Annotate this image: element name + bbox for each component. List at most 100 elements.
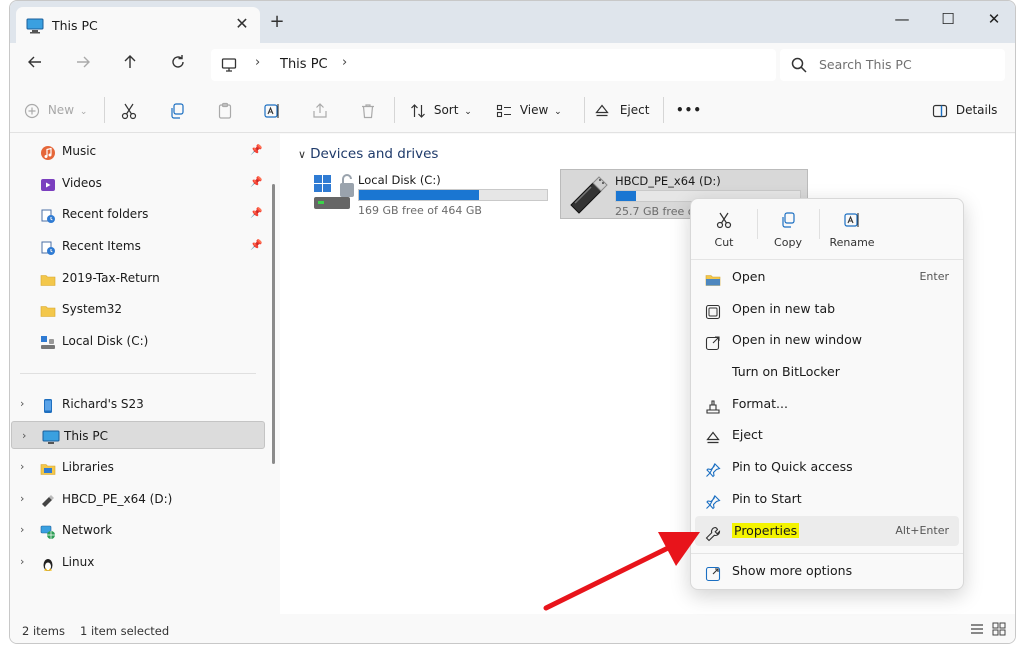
windows-drive-icon — [312, 173, 356, 216]
drive-tile-c[interactable]: Local Disk (C:) 169 GB free of 464 GB — [304, 169, 560, 219]
recent-folders-icon — [40, 206, 56, 223]
toolbar-divider — [584, 97, 585, 123]
view-button[interactable]: View ⌄ — [496, 99, 562, 121]
pin-icon[interactable]: 📌 — [250, 200, 262, 228]
forward-arrow-icon — [77, 56, 90, 68]
new-button[interactable]: New ⌄ — [24, 99, 87, 121]
ctx-eject[interactable]: Eject — [695, 420, 959, 450]
maximize-button[interactable]: ☐ — [928, 5, 968, 33]
pin-icon — [705, 459, 721, 478]
sidebar-item-system32[interactable]: System32 — [10, 295, 266, 323]
ctx-show-more-options[interactable]: Show more options — [695, 556, 959, 586]
drive-usage-fill — [359, 190, 480, 200]
sidebar-item-music[interactable]: Music 📌 — [10, 137, 266, 165]
address-path[interactable]: This PC — [280, 57, 328, 72]
ctx-cut-button[interactable]: Cut — [693, 207, 755, 257]
sidebar-item-libraries[interactable]: › Libraries — [10, 453, 266, 481]
sidebar-item-videos[interactable]: Videos 📌 — [10, 169, 266, 197]
back-arrow-icon — [28, 56, 41, 68]
sidebar-item-local-disk-c[interactable]: Local Disk (C:) — [10, 327, 266, 355]
pc-icon — [26, 18, 44, 37]
up-button[interactable] — [117, 52, 143, 78]
new-tab-icon — [705, 301, 721, 320]
tiles-view-icon[interactable] — [992, 622, 1006, 639]
ctx-copy-button[interactable]: Copy — [757, 207, 819, 257]
status-bar: 2 items 1 item selected — [10, 616, 1015, 643]
chevron-right-icon[interactable]: › — [20, 453, 24, 481]
chevron-right-icon[interactable]: › — [255, 55, 260, 70]
cut-button[interactable] — [120, 99, 138, 121]
chevron-right-icon[interactable]: › — [20, 548, 24, 576]
minimize-button[interactable]: — — [882, 5, 922, 33]
close-tab-icon[interactable]: ✕ — [232, 14, 252, 34]
ctx-open-in-new-window[interactable]: Open in new window — [695, 325, 959, 355]
search-input[interactable]: Search This PC — [780, 49, 1005, 81]
section-header-devices[interactable]: ∨ Devices and drives — [298, 146, 438, 162]
ctx-rename-button[interactable]: Rename — [821, 207, 883, 257]
cut-icon — [121, 103, 137, 119]
drive-name: Local Disk (C:) — [358, 173, 441, 187]
toolbar-divider — [104, 97, 105, 123]
music-icon — [40, 143, 56, 160]
recent-items-icon — [40, 238, 56, 255]
chevron-right-icon[interactable]: › — [342, 55, 347, 70]
forward-button[interactable] — [70, 52, 96, 78]
ctx-format[interactable]: Format... — [695, 389, 959, 419]
folder-icon — [40, 301, 56, 317]
phone-icon — [40, 396, 56, 413]
ctx-open-in-new-tab[interactable]: Open in new tab — [695, 294, 959, 324]
chevron-right-icon[interactable]: › — [20, 390, 24, 418]
sort-icon — [411, 103, 425, 118]
copy-icon — [171, 102, 184, 119]
refresh-button[interactable] — [165, 52, 191, 78]
libraries-icon — [40, 459, 56, 475]
pin-icon[interactable]: 📌 — [250, 137, 262, 165]
ctx-pin-to-start[interactable]: Pin to Start — [695, 484, 959, 514]
new-tab-button[interactable]: + — [266, 11, 288, 33]
rename-icon — [264, 103, 279, 118]
chevron-right-icon[interactable]: › — [20, 485, 24, 513]
back-button[interactable] — [22, 52, 48, 78]
ctx-divider — [691, 259, 963, 260]
rename-button[interactable] — [263, 99, 281, 121]
linux-icon — [40, 554, 56, 571]
eject-icon — [705, 427, 721, 444]
share-button[interactable] — [311, 99, 329, 121]
rename-icon — [844, 213, 859, 227]
pin-icon — [705, 491, 721, 510]
more-options-button[interactable]: ••• — [676, 99, 702, 121]
pin-icon[interactable]: 📌 — [250, 232, 262, 260]
sidebar-item-2019-tax-return[interactable]: 2019-Tax-Return — [10, 264, 266, 292]
eject-button[interactable]: Eject — [594, 99, 649, 121]
chevron-right-icon[interactable]: › — [20, 516, 24, 544]
sidebar-scrollbar[interactable] — [272, 184, 275, 464]
sidebar-item-hbcd-pe-x64-d[interactable]: › HBCD_PE_x64 (D:) — [10, 485, 266, 513]
details-view-icon[interactable] — [970, 622, 984, 639]
sidebar-item-network[interactable]: › Network — [10, 516, 266, 544]
up-arrow-icon — [124, 55, 136, 68]
ctx-properties[interactable]: Properties Alt+Enter — [695, 516, 959, 546]
chevron-right-icon[interactable]: › — [22, 422, 26, 450]
ctx-pin-to-quick-access[interactable]: Pin to Quick access — [695, 452, 959, 482]
sidebar-item-linux[interactable]: › Linux — [10, 548, 266, 576]
ctx-open[interactable]: Open Enter — [695, 262, 959, 292]
usb-drive-icon — [40, 491, 56, 507]
sidebar-item-richards-s23[interactable]: › Richard's S23 — [10, 390, 266, 418]
close-window-button[interactable]: ✕ — [974, 5, 1014, 33]
eject-icon — [595, 104, 609, 116]
pin-icon[interactable]: 📌 — [250, 169, 262, 197]
details-pane-button[interactable]: Details — [932, 99, 997, 121]
tab-this-pc[interactable]: This PC ✕ — [16, 7, 260, 43]
address-bar[interactable]: › This PC › — [211, 49, 776, 81]
copy-button[interactable] — [168, 99, 186, 121]
sidebar-item-recent-folders[interactable]: Recent folders 📌 — [10, 200, 266, 228]
drive-icon — [40, 333, 56, 349]
sidebar-item-recent-items[interactable]: Recent Items 📌 — [10, 232, 266, 260]
sidebar-item-this-pc[interactable]: › This PC — [11, 421, 265, 449]
sort-button[interactable]: Sort ⌄ — [410, 99, 472, 121]
drive-usage-bar — [358, 189, 548, 201]
pc-icon — [221, 57, 237, 76]
ctx-turn-on-bitlocker[interactable]: Turn on BitLocker — [695, 357, 959, 387]
delete-button[interactable] — [359, 99, 377, 121]
paste-button[interactable] — [216, 99, 234, 121]
